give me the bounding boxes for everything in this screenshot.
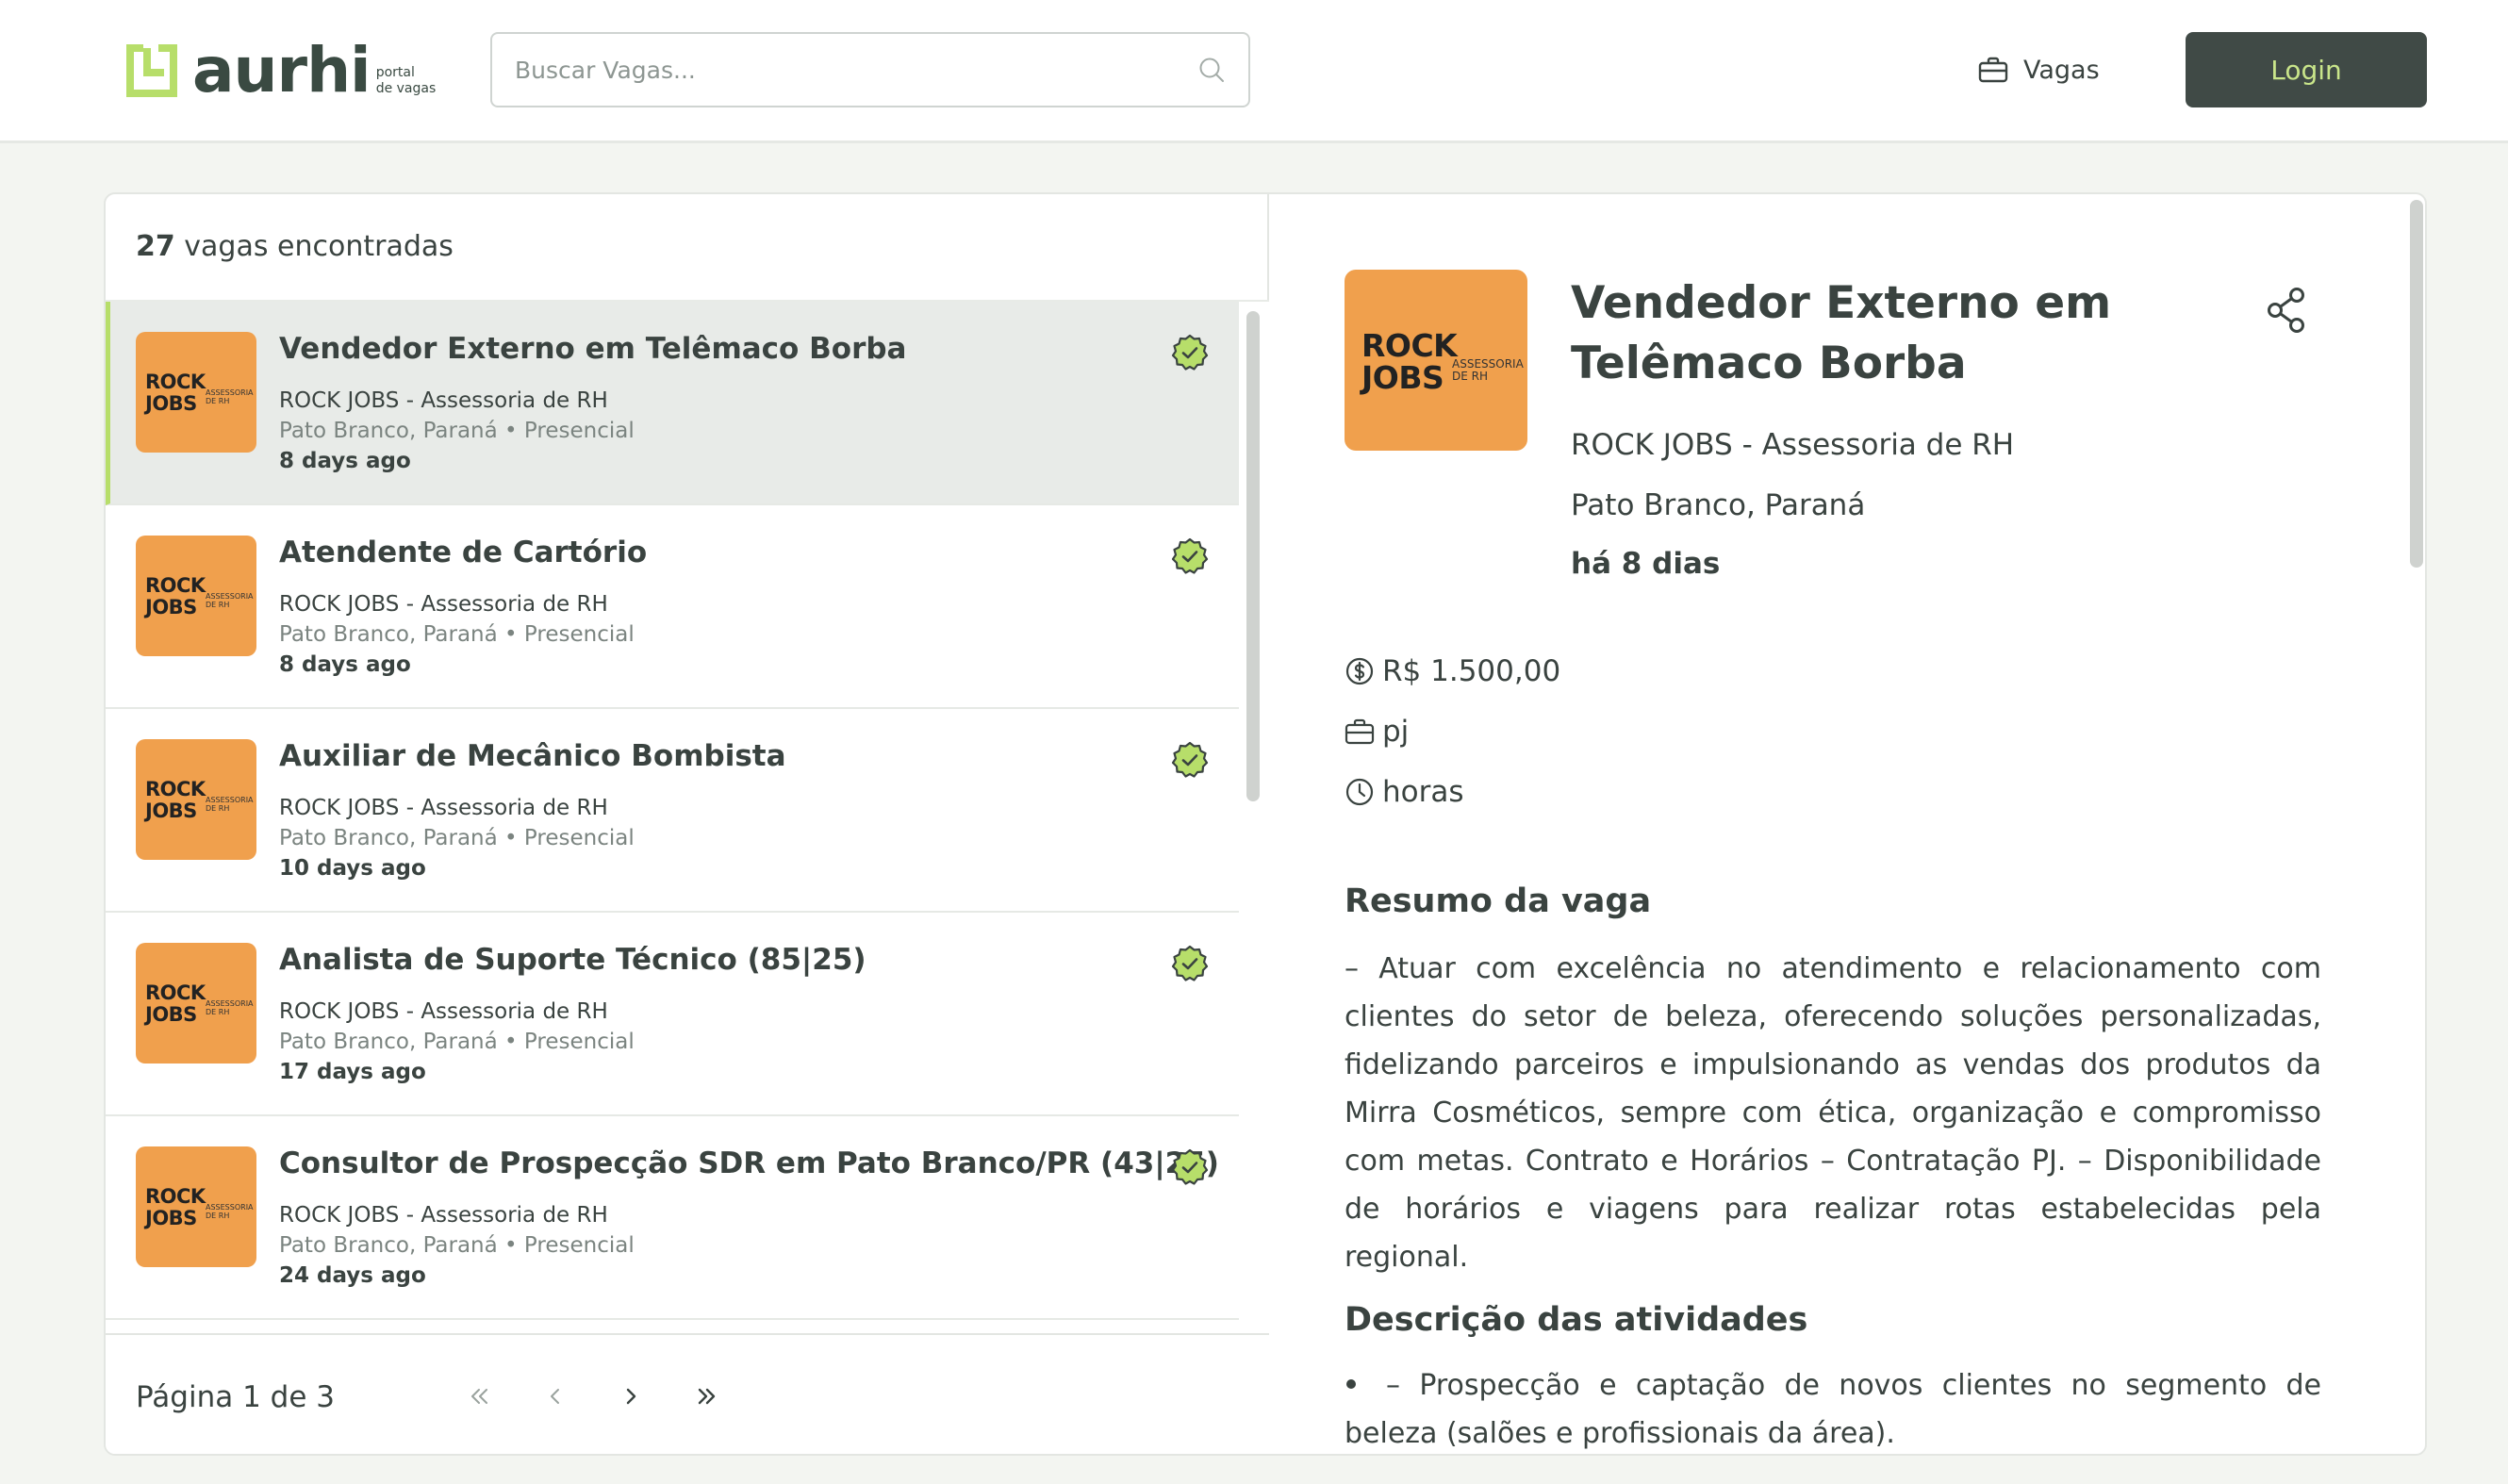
company-logo: ROCK JOBS ASSESSORIA DE RH: [136, 536, 256, 656]
job-detail-title: Vendedor Externo em Telêmaco Borba: [1571, 277, 2112, 389]
company-logo: ROCK JOBS ASSESSORIA DE RH: [136, 739, 256, 860]
chevrons-right-icon: [698, 1388, 716, 1405]
page-indicator: Página 1 de 3: [136, 1380, 335, 1414]
aurhi-logo[interactable]: aurhi portal de vagas: [126, 38, 436, 104]
share-icon[interactable]: [2263, 285, 2310, 336]
job-detail-location: Pato Branco, Paraná: [1571, 488, 1866, 522]
detail-scrollbar-thumb[interactable]: [2410, 200, 2423, 568]
job-age: 24 days ago: [279, 1263, 426, 1288]
job-title: Analista de Suporte Técnico (85|25): [279, 943, 866, 977]
logo-subtitle: portal de vagas: [375, 65, 437, 96]
results-count: 27 vagas encontradas: [136, 230, 454, 263]
contract-row: pj: [1345, 713, 1409, 750]
salary-row: R$ 1.500,00: [1345, 652, 1560, 690]
job-company: ROCK JOBS - Assessoria de RH: [279, 388, 608, 413]
first-page-button[interactable]: [456, 1373, 503, 1420]
job-title: Consultor de Prospecção SDR em Pato Bran…: [279, 1146, 1219, 1180]
dollar-circle-icon: [1345, 657, 1374, 685]
schedule-row: horas: [1345, 773, 1464, 811]
briefcase-icon: [1345, 718, 1375, 745]
aurhi-logo-mark-icon: [126, 44, 177, 97]
contract-type: pj: [1382, 715, 1410, 749]
last-page-button[interactable]: [683, 1373, 730, 1420]
activities-heading: Descrição das atividades: [1345, 1301, 1808, 1339]
login-button[interactable]: Login: [2186, 32, 2427, 107]
top-header: aurhi portal de vagas Vagas Login: [0, 0, 2508, 143]
job-location: Pato Branco, Paraná • Presencial: [279, 622, 635, 647]
job-age: 17 days ago: [279, 1060, 426, 1084]
verified-badge-icon: [1171, 537, 1209, 574]
search-box: [490, 32, 1250, 107]
previous-page-button[interactable]: [532, 1373, 579, 1420]
job-location: Pato Branco, Paraná • Presencial: [279, 1030, 635, 1054]
chevrons-left-icon: [471, 1389, 487, 1404]
chevron-right-icon: [626, 1388, 636, 1405]
company-logo: ROCK JOBS ASSESSORIA DE RH: [1345, 270, 1527, 451]
job-age: 8 days ago: [279, 652, 411, 677]
nav-vagas-link[interactable]: Vagas: [1978, 51, 2100, 89]
clock-icon: [1345, 778, 1374, 806]
job-title: Auxiliar de Mecânico Bombista: [279, 739, 786, 773]
nav-vagas-label: Vagas: [2023, 55, 2100, 85]
job-detail-company: ROCK JOBS - Assessoria de RH: [1571, 428, 2015, 462]
job-detail-age: há 8 dias: [1571, 547, 1721, 581]
job-location: Pato Branco, Paraná • Presencial: [279, 826, 635, 850]
logo-wordmark: aurhi: [192, 34, 371, 107]
company-logo: ROCK JOBS ASSESSORIA DE RH: [136, 332, 256, 453]
verified-badge-icon: [1171, 945, 1209, 981]
job-list-item[interactable]: ROCK JOBS ASSESSORIA DE RH Consultor de Pr…: [106, 1116, 1239, 1320]
job-age: 10 days ago: [279, 856, 426, 881]
job-company: ROCK JOBS - Assessoria de RH: [279, 1203, 608, 1228]
job-company: ROCK JOBS - Assessoria de RH: [279, 592, 608, 617]
job-list-column: 27 vagas encontradas ROCK JOBS ASSESSORIA…: [106, 194, 1269, 1454]
schedule-value: horas: [1382, 775, 1464, 809]
job-title: Vendedor Externo em Telêmaco Borba: [279, 332, 907, 366]
search-icon[interactable]: [1197, 56, 1226, 84]
job-location: Pato Branco, Paraná • Presencial: [279, 419, 635, 443]
job-list-item[interactable]: ROCK JOBS ASSESSORIA DE RH Vendedor Extern…: [106, 302, 1239, 505]
verified-badge-icon: [1171, 334, 1209, 371]
list-scrollbar-thumb[interactable]: [1246, 311, 1260, 801]
job-age: 8 days ago: [279, 449, 411, 473]
job-list-item[interactable]: ROCK JOBS ASSESSORIA DE RH Atendente de Ca…: [106, 505, 1239, 709]
next-page-button[interactable]: [607, 1373, 654, 1420]
company-logo: ROCK JOBS ASSESSORIA DE RH: [136, 1146, 256, 1267]
verified-badge-icon: [1171, 741, 1209, 778]
summary-text: – Atuar com excelência no atendimento e …: [1345, 952, 2321, 1274]
chevron-left-icon: [551, 1389, 559, 1404]
job-company: ROCK JOBS - Assessoria de RH: [279, 796, 608, 820]
job-list-item[interactable]: ROCK JOBS ASSESSORIA DE RH Analista de Sup…: [106, 913, 1239, 1116]
jobs-panel: 27 vagas encontradas ROCK JOBS ASSESSORIA…: [104, 192, 2427, 1456]
company-logo: ROCK JOBS ASSESSORIA DE RH: [136, 943, 256, 1064]
salary-value: R$ 1.500,00: [1382, 654, 1561, 688]
job-list: ROCK JOBS ASSESSORIA DE RH Vendedor Extern…: [106, 302, 1239, 1333]
pagination: Página 1 de 3: [106, 1333, 1269, 1454]
activities-item: – Prospecção e captação de novos cliente…: [1345, 1369, 2321, 1450]
search-input[interactable]: [515, 56, 1197, 84]
job-detail-column: ROCK JOBS ASSESSORIA DE RH Vendedor Extern…: [1271, 194, 2425, 1454]
job-company: ROCK JOBS - Assessoria de RH: [279, 999, 608, 1024]
briefcase-icon: [1978, 57, 2008, 83]
summary-heading: Resumo da vaga: [1345, 882, 1652, 920]
job-location: Pato Branco, Paraná • Presencial: [279, 1233, 635, 1258]
verified-badge-icon: [1171, 1148, 1209, 1185]
job-title: Atendente de Cartório: [279, 536, 648, 569]
job-list-item[interactable]: ROCK JOBS ASSESSORIA DE RH Auxiliar de Mec…: [106, 709, 1239, 913]
